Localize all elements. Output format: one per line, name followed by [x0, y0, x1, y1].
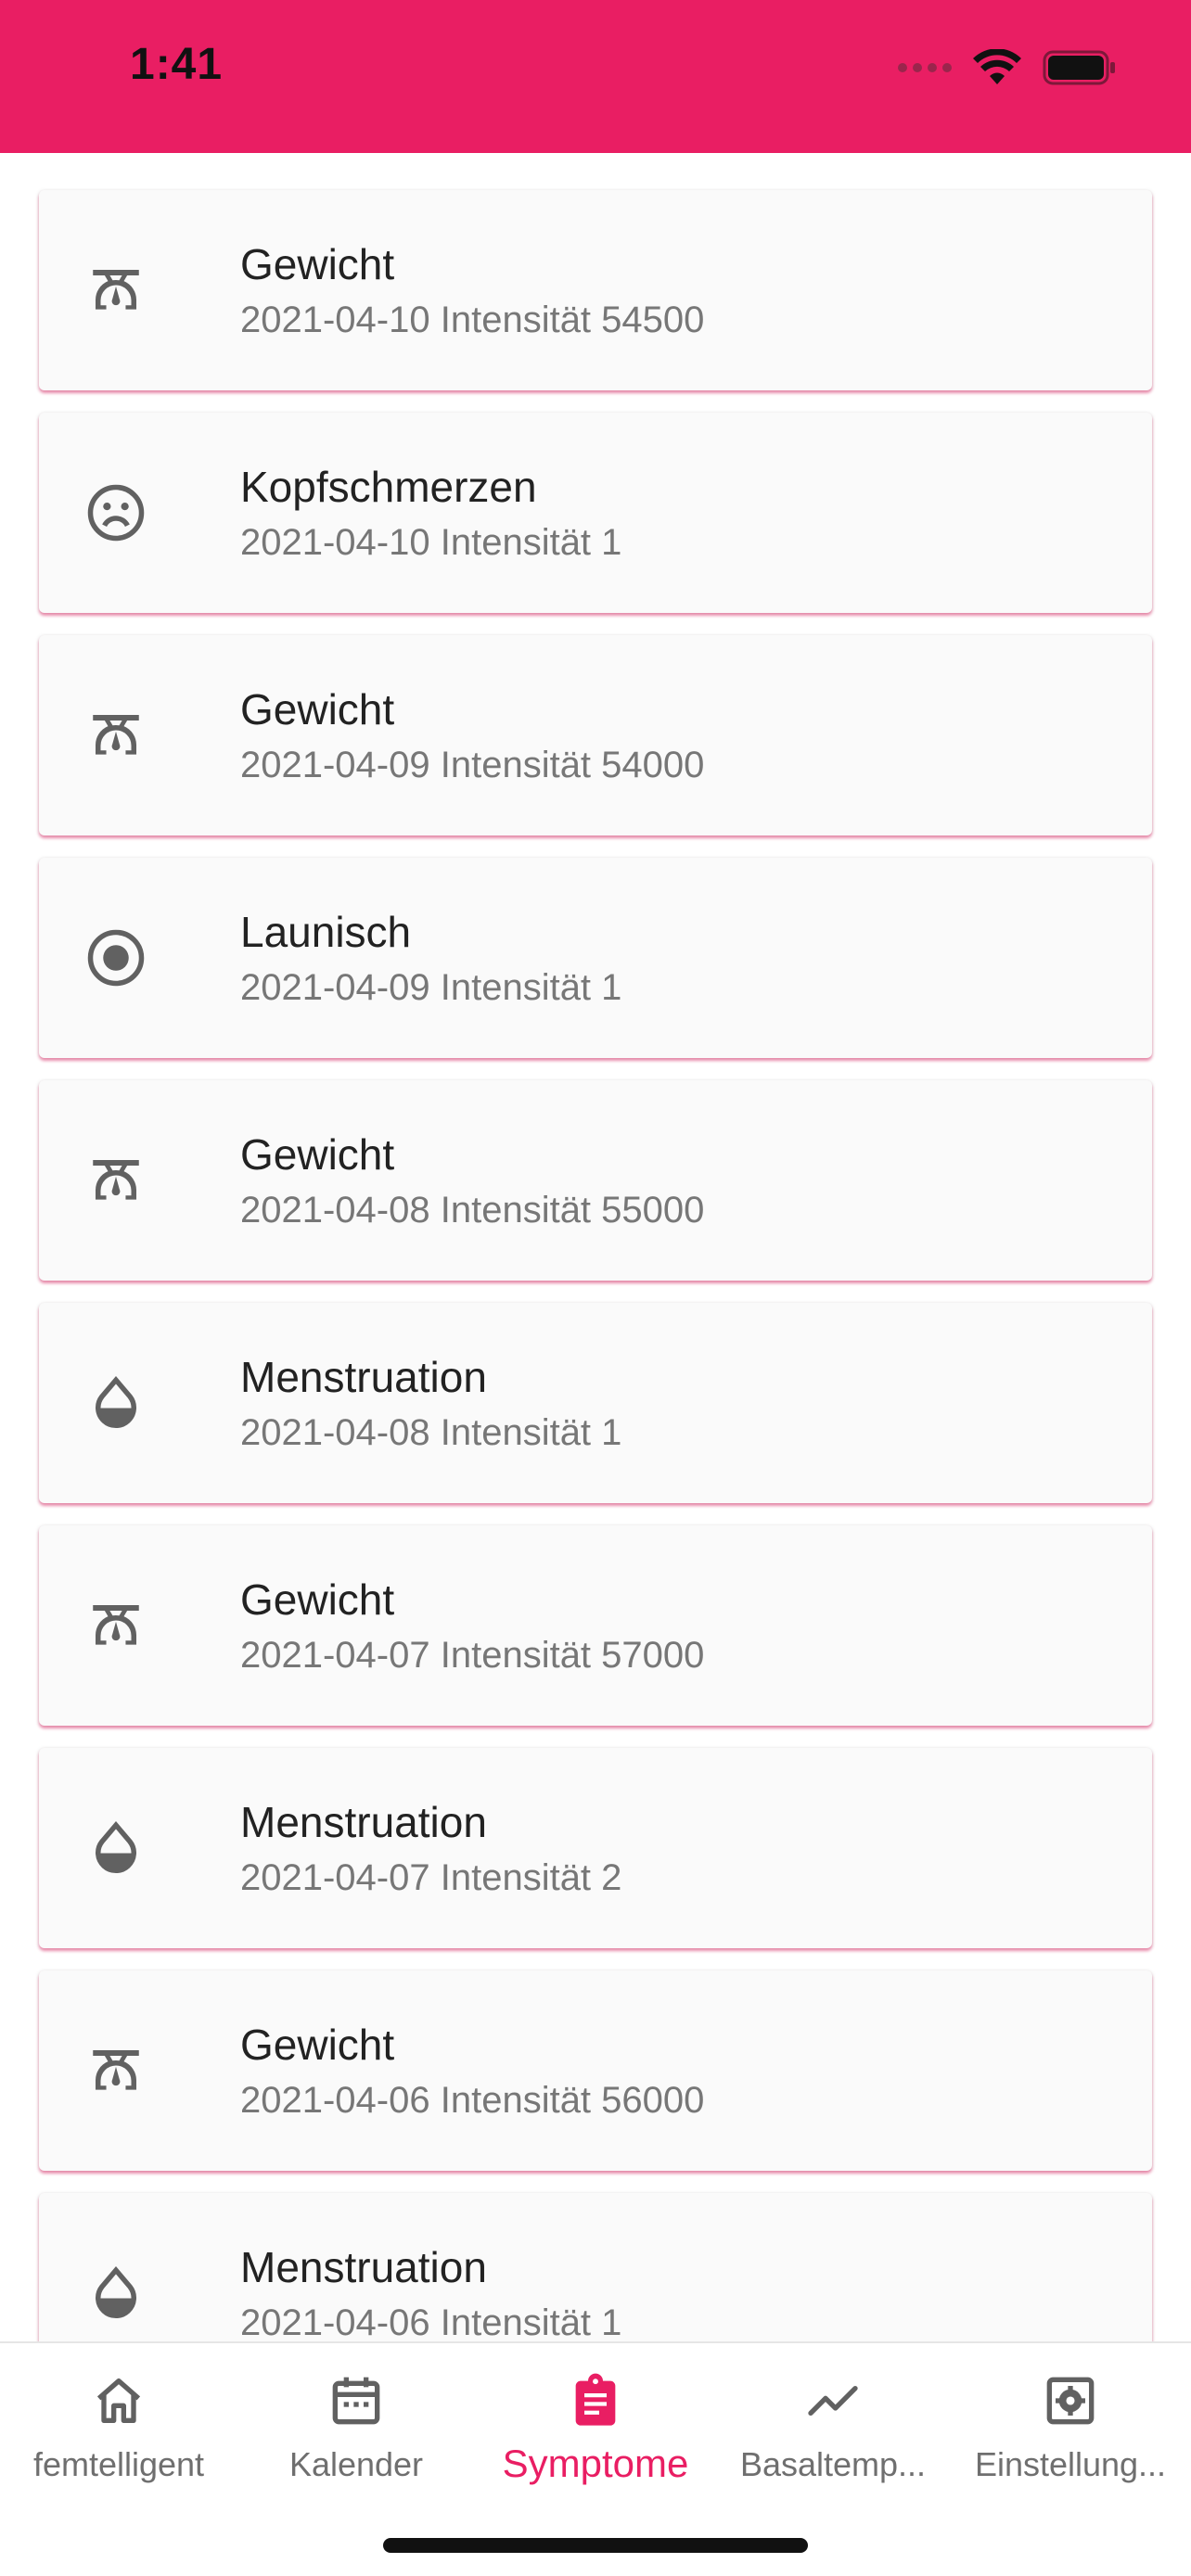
nav-label: femtelligent [32, 2445, 205, 2483]
symptom-card[interactable]: Menstruation 2021-04-08 Intensität 1 [39, 1303, 1152, 1503]
symptom-subtitle: 2021-04-07 Intensität 2 [240, 1857, 622, 1898]
nav-item-femtelligent[interactable]: femtelligent [0, 2371, 237, 2484]
drop-icon [96, 1820, 136, 1874]
symptom-title: Kopfschmerzen [240, 463, 537, 511]
status-time: 1:41 [130, 40, 224, 89]
home-icon [96, 2378, 141, 2423]
symptom-title: Menstruation [240, 1798, 487, 1846]
symptom-subtitle: 2021-04-08 Intensität 1 [240, 1412, 622, 1453]
nav-item-symptome[interactable]: Symptome [477, 2371, 714, 2486]
nav-label: Basaltemp... [739, 2445, 927, 2483]
wifi-icon [973, 49, 1021, 84]
symptom-card[interactable]: Gewicht 2021-04-06 Intensität 56000 [39, 1970, 1152, 2171]
nav-item-kalender[interactable]: Kalender [237, 2371, 475, 2484]
symptom-title: Gewicht [240, 1130, 395, 1179]
scale-icon [93, 2050, 139, 2090]
symptom-list[interactable]: Gewicht 2021-04-10 Intensität 54500 Kopf… [0, 153, 1191, 2341]
status-icons [898, 46, 1117, 89]
nav-item-basaltemperatur[interactable]: Basaltemp... [714, 2371, 952, 2484]
symptom-card[interactable]: Gewicht 2021-04-10 Intensität 54500 [39, 190, 1152, 390]
cellular-signal-icon [898, 63, 952, 72]
battery-icon [1043, 50, 1115, 85]
symptom-title: Launisch [240, 908, 412, 956]
home-indicator [383, 2538, 808, 2553]
nav-label: Symptome [502, 2442, 689, 2485]
symptom-subtitle: 2021-04-07 Intensität 57000 [240, 1635, 705, 1676]
symptom-subtitle: 2021-04-06 Intensität 1 [240, 2302, 622, 2341]
symptom-subtitle: 2021-04-10 Intensität 1 [240, 522, 622, 563]
symptom-card[interactable]: Gewicht 2021-04-08 Intensität 55000 [39, 1080, 1152, 1281]
symptom-subtitle: 2021-04-09 Intensität 1 [240, 967, 622, 1008]
symptom-subtitle: 2021-04-10 Intensität 54500 [240, 300, 705, 340]
nav-label: Einstellung... [974, 2445, 1167, 2483]
symptom-subtitle: 2021-04-08 Intensität 55000 [240, 1190, 705, 1231]
symptom-title: Gewicht [240, 240, 395, 288]
nav-item-einstellungen[interactable]: Einstellung... [952, 2371, 1189, 2484]
status-bar: 1:41 [0, 0, 1191, 153]
scale-icon [93, 715, 139, 755]
symptom-card[interactable]: Launisch 2021-04-09 Intensität 1 [39, 858, 1152, 1058]
calendar-icon [332, 2377, 380, 2425]
settings-icon [1046, 2377, 1095, 2425]
scale-icon [93, 1160, 139, 1200]
symptom-subtitle: 2021-04-09 Intensität 54000 [240, 745, 705, 785]
trend-line-icon [808, 2386, 858, 2416]
drop-icon [96, 2265, 136, 2319]
symptom-card[interactable]: Menstruation 2021-04-06 Intensität 1 [39, 2193, 1152, 2341]
symptom-title: Gewicht [240, 1575, 395, 1624]
symptom-card[interactable]: Kopfschmerzen 2021-04-10 Intensität 1 [39, 413, 1152, 613]
symptom-title: Gewicht [240, 685, 395, 733]
scale-icon [93, 270, 139, 310]
scale-icon [93, 1605, 139, 1645]
radio-button-icon [87, 929, 145, 987]
sad-face-icon [87, 484, 145, 542]
symptom-card[interactable]: Gewicht 2021-04-09 Intensität 54000 [39, 635, 1152, 835]
symptom-card[interactable]: Menstruation 2021-04-07 Intensität 2 [39, 1748, 1152, 1948]
clipboard-icon [575, 2373, 616, 2426]
symptom-title: Gewicht [240, 2021, 395, 2069]
symptom-title: Menstruation [240, 2243, 487, 2291]
drop-icon [96, 1375, 136, 1429]
symptom-subtitle: 2021-04-06 Intensität 56000 [240, 2080, 705, 2121]
symptom-card[interactable]: Gewicht 2021-04-07 Intensität 57000 [39, 1525, 1152, 1726]
nav-label: Kalender [288, 2445, 424, 2483]
symptom-title: Menstruation [240, 1353, 487, 1401]
